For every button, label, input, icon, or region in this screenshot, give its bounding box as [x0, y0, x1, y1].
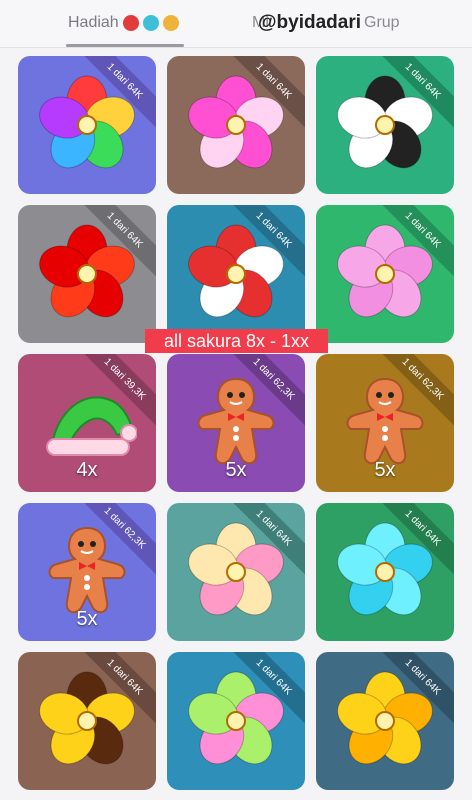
gift-card[interactable]: 1 dari 64K [316, 652, 454, 790]
tab-grup-label: Grup [364, 14, 400, 31]
overlay-caption: all sakura 8x - 1xx [145, 329, 328, 353]
yellow-flower-emoji-icon [162, 15, 179, 31]
gift-count: 4x [76, 459, 98, 481]
gift-card[interactable]: 1 dari 64K [316, 503, 454, 641]
gift-grid: 1 dari 64K 1 dari 64K 1 dari 64K 1 dari 64K… [0, 48, 472, 800]
gift-card[interactable]: 1 dari 64K [167, 503, 305, 641]
gift-card[interactable]: 1 dari 39,3K 4x [18, 354, 156, 492]
watermark: @byidadari [258, 12, 361, 33]
tab-hadiah[interactable]: Hadiah [68, 12, 179, 34]
gift-card[interactable]: 1 dari 64K [18, 56, 156, 194]
gift-card[interactable]: 1 dari 64K [316, 205, 454, 343]
tab-grup[interactable]: Grup [364, 12, 400, 34]
gift-card[interactable]: 1 dari 64K [18, 652, 156, 790]
red-flower-emoji-icon [122, 15, 139, 31]
gift-card[interactable]: 1 dari 62,3K 5x [167, 354, 305, 492]
gift-card[interactable]: 1 dari 62,3K 5x [316, 354, 454, 492]
top-tab-bar: Hadiah Mi Grup @byidadari [0, 0, 472, 48]
gift-card[interactable]: 1 dari 64K [167, 205, 305, 343]
active-tab-indicator [66, 44, 184, 47]
gift-card[interactable]: 1 dari 64K [167, 652, 305, 790]
gift-card[interactable]: 1 dari 64K [167, 56, 305, 194]
gift-card[interactable]: 1 dari 64K [18, 205, 156, 343]
gift-count: 5x [374, 459, 396, 481]
gift-count: 5x [225, 459, 247, 481]
tab-hadiah-label: Hadiah [68, 14, 119, 31]
gift-count: 5x [76, 608, 98, 630]
gift-card[interactable]: 1 dari 64K [316, 56, 454, 194]
gift-card[interactable]: 1 dari 62,3K 5x [18, 503, 156, 641]
blue-flower-emoji-icon [142, 15, 159, 31]
